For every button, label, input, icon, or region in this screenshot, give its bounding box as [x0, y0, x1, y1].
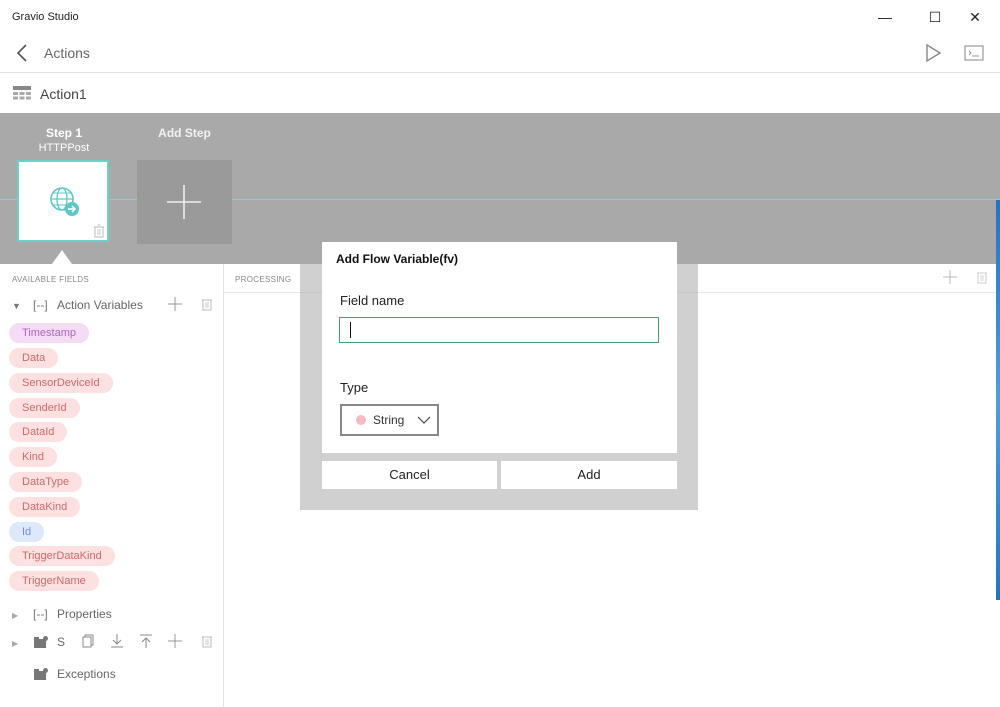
available-fields-header: AVAILABLE FIELDS: [12, 275, 89, 284]
add-button[interactable]: Add: [501, 461, 677, 489]
type-selected-value: String: [373, 413, 405, 427]
chevron-left-icon: [16, 44, 27, 62]
minimize-button[interactable]: —: [862, 0, 908, 34]
app-title: Gravio Studio: [12, 11, 79, 23]
variables-bracket-icon: [--]: [33, 298, 48, 312]
properties-bracket-icon: [--]: [33, 607, 48, 621]
action-bar: Action1: [0, 73, 1000, 114]
properties-label: Properties: [57, 607, 112, 621]
delete-step-icon[interactable]: [93, 224, 105, 238]
add-variable-icon[interactable]: [168, 297, 182, 311]
field-tag-datatype[interactable]: DataType: [9, 472, 83, 492]
close-icon: ✕: [969, 8, 981, 25]
field-tag-data[interactable]: Data: [9, 348, 59, 368]
action-name: Action1: [40, 86, 87, 102]
field-name-input[interactable]: [339, 317, 659, 343]
step-1-label: Step 1: [45, 126, 82, 140]
globe-arrow-icon: [50, 187, 79, 216]
field-tag-triggername[interactable]: TriggerName: [9, 571, 99, 591]
field-tag-datakind[interactable]: DataKind: [9, 497, 81, 517]
field-tag-timestamp[interactable]: Timestamp: [9, 323, 89, 343]
s-section-row[interactable]: ▶ S: [12, 634, 217, 654]
type-label: Type: [340, 380, 369, 395]
field-tag-id[interactable]: Id: [9, 522, 45, 542]
console-button[interactable]: [962, 42, 986, 64]
field-tag-senderid[interactable]: SenderId: [9, 398, 80, 418]
add-flow-variable-dialog: Add Flow Variable(fv) Field name Type St…: [322, 242, 677, 453]
field-tag-sensordeviceid[interactable]: SensorDeviceId: [9, 373, 113, 393]
field-name-label: Field name: [340, 293, 405, 308]
dialog-title: Add Flow Variable(fv): [336, 252, 459, 266]
action-variables-label: Action Variables: [57, 298, 143, 312]
back-button[interactable]: [12, 42, 34, 64]
add-step-label: Add Step: [158, 126, 211, 140]
processing-label: PROCESSING: [235, 275, 292, 284]
minimize-icon: —: [878, 9, 892, 25]
action-variables-row[interactable]: ▼ [--] Action Variables: [12, 297, 217, 317]
step-1-component: HTTPPost: [38, 142, 90, 154]
field-tag-triggerdatakind[interactable]: TriggerDataKind: [9, 546, 115, 566]
delete-processing-icon[interactable]: [976, 270, 988, 284]
console-icon: [964, 45, 984, 61]
delete-icon[interactable]: [201, 634, 213, 648]
upload-icon[interactable]: [139, 634, 153, 648]
add-icon[interactable]: [168, 634, 182, 648]
text-caret: [350, 322, 351, 338]
properties-row[interactable]: ▶ [--] Properties: [12, 606, 217, 626]
collapsed-arrow-icon[interactable]: ▶: [12, 639, 18, 648]
nav-bar: Actions: [0, 34, 1000, 73]
step-selected-pointer: [52, 250, 72, 264]
field-tag-kind[interactable]: Kind: [9, 447, 58, 467]
plus-icon: [167, 185, 201, 219]
nav-title: Actions: [44, 45, 90, 61]
copy-icon[interactable]: [82, 634, 96, 648]
title-bar: Gravio Studio — ☐ ✕: [0, 0, 1000, 34]
play-icon: [926, 43, 942, 63]
desktop-background-edge: [996, 200, 1000, 600]
folder-gear-icon: [34, 636, 48, 648]
type-dropdown[interactable]: String: [340, 404, 439, 436]
type-color-dot: [356, 415, 366, 425]
chevron-down-icon: [417, 416, 431, 424]
step-1-card[interactable]: [17, 160, 109, 242]
add-processing-icon[interactable]: [943, 270, 957, 284]
run-button[interactable]: [922, 42, 944, 64]
close-window-button[interactable]: ✕: [952, 0, 998, 34]
expanded-arrow-icon[interactable]: ▼: [12, 301, 21, 311]
exceptions-row[interactable]: Exceptions: [12, 666, 217, 686]
action-list-icon: [12, 85, 32, 101]
delete-variable-icon[interactable]: [201, 297, 213, 311]
exceptions-label: Exceptions: [57, 667, 116, 681]
add-step-button[interactable]: [137, 160, 232, 244]
download-icon[interactable]: [110, 634, 124, 648]
collapsed-arrow-icon[interactable]: ▶: [12, 611, 18, 620]
field-tag-dataid[interactable]: DataId: [9, 422, 68, 442]
available-fields-panel: AVAILABLE FIELDS ▼ [--] Action Variables…: [0, 264, 224, 707]
cancel-button[interactable]: Cancel: [322, 461, 497, 489]
folder-gear-icon: [34, 668, 48, 680]
s-section-label: S: [57, 635, 66, 649]
maximize-icon: ☐: [928, 8, 942, 25]
